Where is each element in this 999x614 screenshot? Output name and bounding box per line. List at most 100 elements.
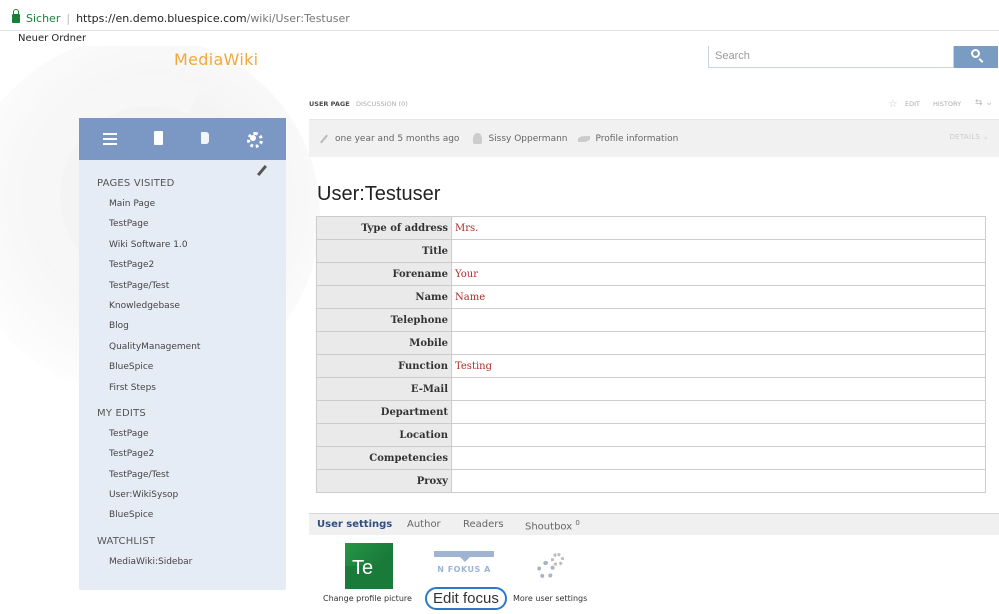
profile-table: Type of address Mrs. Title Forename Your N… [316,216,986,493]
tab-user-settings[interactable]: User settings [317,519,392,530]
table-row: Title [316,239,986,263]
watchlist-heading: WATCHLIST [97,535,156,547]
field-value: Your [451,262,986,286]
field-value [451,239,986,263]
gear-icon[interactable] [245,130,264,148]
sidebar-item-main-page[interactable]: Main Page [97,194,286,214]
watchlist-list: MediaWiki:Sidebar [97,552,286,572]
url-path[interactable]: /wiki/User:Testuser [247,12,350,25]
sidebar-item-blog[interactable]: Blog [97,316,286,336]
field-label: E-Mail [316,377,452,401]
field-value [451,331,986,355]
details-label: DETAILS [949,133,981,141]
last-editor[interactable]: Sissy Oppermann [488,134,567,144]
sidebar-item-first-steps[interactable]: First Steps [97,378,286,398]
clipboard-icon[interactable] [150,130,168,148]
field-label: Mobile [316,331,452,355]
field-value [451,446,986,470]
sidebar-item-edit-bluespice[interactable]: BlueSpice [97,505,286,525]
tab-author[interactable]: Author [407,519,441,530]
table-row: Telephone [316,308,986,332]
user-settings-panel: Te N FOKUS A Change profile picture Edit… [309,535,999,614]
more-user-settings-link[interactable]: More user settings [513,594,587,603]
table-row: Location [316,423,986,447]
field-label: Competencies [316,446,452,470]
change-profile-picture-link[interactable]: Change profile picture [323,594,412,603]
search-input[interactable]: Search [708,46,954,68]
sidebar-item-testpage[interactable]: TestPage [97,214,286,234]
sidebar-item-qualitymanagement[interactable]: QualityManagement [97,337,286,357]
edit-link[interactable]: EDIT [905,100,920,108]
table-row: Forename Your [316,262,986,286]
table-row: Type of address Mrs. [316,216,986,240]
last-edit-time[interactable]: one year and 5 months ago [335,134,459,144]
sidebar-item-testpage2[interactable]: TestPage2 [97,255,286,275]
sidebar-item-edit-testpage-test[interactable]: TestPage/Test [97,465,286,485]
profile-picture-text: Te [352,557,374,579]
tab-discussion[interactable]: DISCUSSION (0) [356,100,408,108]
sidebar-item-edit-wikisysop[interactable]: User:WikiSysop [97,485,286,505]
address-bar[interactable]: Sicher | https://en.demo.bluespice.com/w… [0,0,999,31]
field-value: Testing [451,354,986,378]
sidebar-item-bluespice[interactable]: BlueSpice [97,357,286,377]
page-title: User:Testuser [317,183,441,205]
settings-gears-icon[interactable] [537,553,565,579]
field-label: Type of address [316,216,452,240]
leaf-icon [577,135,590,142]
pages-visited-list: Main Page TestPage Wiki Software 1.0 Tes… [97,194,286,398]
search-icon [971,49,980,58]
sidebar-item-knowledgebase[interactable]: Knowledgebase [97,296,286,316]
sidebar-item-edit-testpage[interactable]: TestPage [97,424,286,444]
profile-information-link[interactable]: Profile information [596,134,679,144]
table-row: Proxy [316,469,986,493]
details-toggle[interactable]: DETAILS ⌄ [949,133,989,141]
field-value [451,377,986,401]
lock-icon [12,8,20,23]
menu-icon[interactable] [102,130,120,148]
sidebar-item-edit-testpage2[interactable]: TestPage2 [97,444,286,464]
history-link[interactable]: HISTORY [933,100,961,108]
table-row: Mobile [316,331,986,355]
focus-icon[interactable]: N FOKUS A [434,545,494,585]
field-value [451,469,986,493]
profile-picture[interactable]: Te [345,543,393,589]
page: MediaWiki Search PAGES VISITED Main Page… [0,46,999,614]
sidebar-item-mediawiki-sidebar[interactable]: MediaWiki:Sidebar [97,552,286,572]
star-icon[interactable]: ☆ [888,97,898,110]
search-button[interactable] [954,46,998,68]
sidebar-body: PAGES VISITED Main Page TestPage Wiki So… [79,178,286,572]
tab-readers[interactable]: Readers [463,519,504,530]
shoutbox-count: 0 [575,519,580,527]
share-icon[interactable]: ⇆ ⌄ [975,98,993,108]
tab-shoutbox[interactable]: Shoutbox 0 [525,519,580,532]
field-value [451,400,986,424]
my-edits-heading: MY EDITS [97,407,146,419]
field-value: Name [451,285,986,309]
tab-user-page[interactable]: USER PAGE [309,100,350,108]
table-row: Name Name [316,285,986,309]
pencil-icon [320,134,328,143]
sidebar-item-wiki-software[interactable]: Wiki Software 1.0 [97,235,286,255]
field-label: Proxy [316,469,452,493]
sidebar-tabs [79,118,286,160]
edit-focus-link[interactable]: Edit focus [425,587,507,610]
bookmark-folder[interactable]: Neuer Ordner [18,33,86,44]
field-value [451,308,986,332]
table-row: Department [316,400,986,424]
table-row: Function Testing [316,354,986,378]
page-tabs: USER PAGE DISCUSSION (0) ☆ EDIT HISTORY … [309,97,999,118]
field-label: Function [316,354,452,378]
pages-visited-heading: PAGES VISITED [97,178,175,189]
shoutbox-label: Shoutbox [525,521,573,533]
table-row: Competencies [316,446,986,470]
secure-label: Sicher [26,11,61,25]
book-icon[interactable] [197,130,215,148]
sidebar-item-testpage-test[interactable]: TestPage/Test [97,276,286,296]
site-logo[interactable]: MediaWiki [174,50,258,69]
focus-icon-text: N FOKUS A [437,565,491,574]
focus-arrow [460,557,470,562]
url-host[interactable]: https://en.demo.bluespice.com [76,12,247,25]
page-info-bar: one year and 5 months ago Sissy Opperman… [309,119,999,157]
field-value [451,423,986,447]
pencil-icon[interactable] [256,164,268,177]
